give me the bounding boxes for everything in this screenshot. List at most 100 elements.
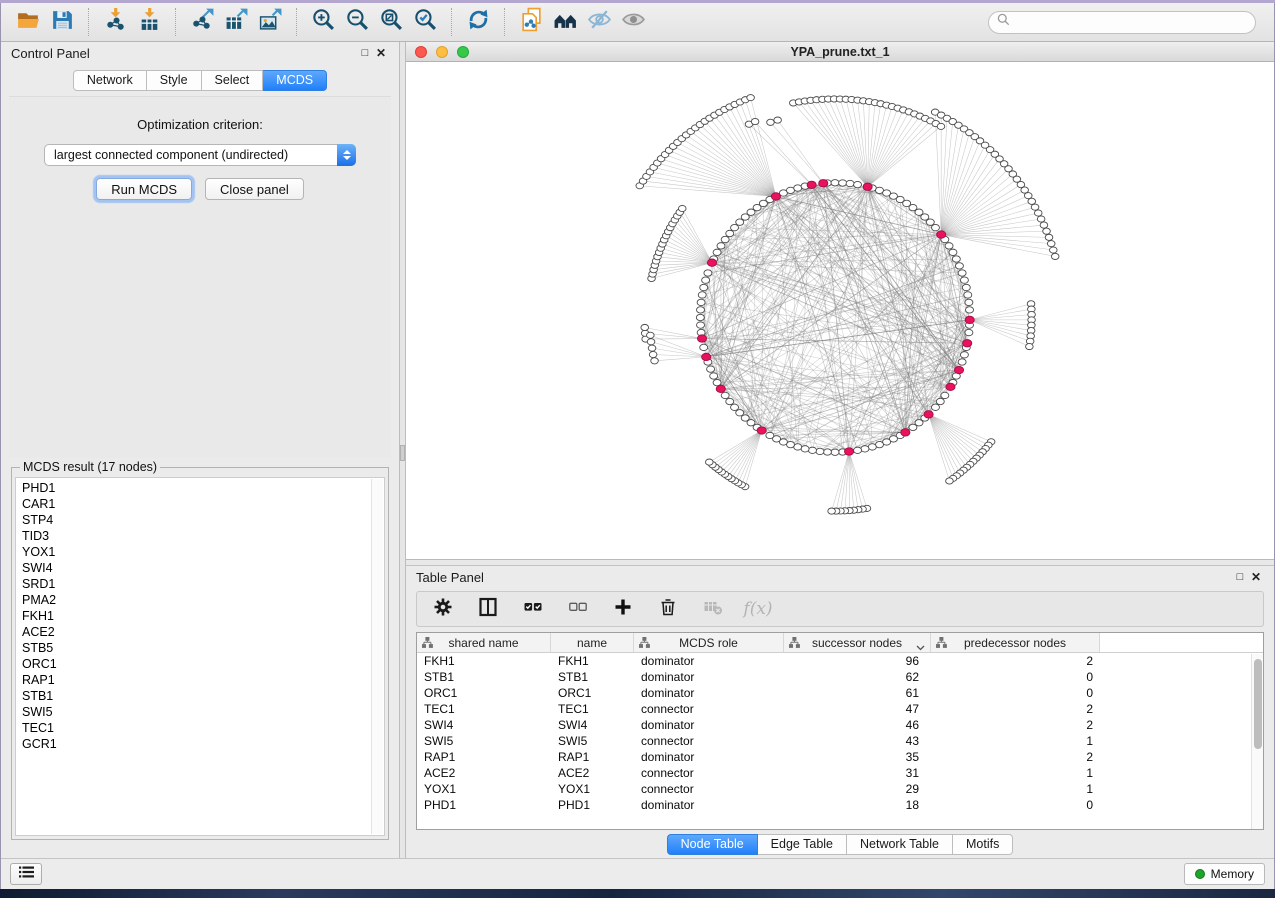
network-node[interactable] xyxy=(648,345,656,351)
network-node[interactable] xyxy=(696,314,704,320)
mcds-dominator-node[interactable] xyxy=(771,193,780,200)
cell-predecessor-nodes[interactable]: 2 xyxy=(931,749,1100,765)
search-box[interactable] xyxy=(988,11,1256,34)
create-column-button[interactable] xyxy=(611,597,635,621)
export-network-button[interactable] xyxy=(185,7,219,37)
network-node[interactable] xyxy=(958,359,966,365)
mcds-dominator-node[interactable] xyxy=(707,259,716,266)
cell-name[interactable]: SWI5 xyxy=(551,733,634,749)
cell-predecessor-nodes[interactable]: 2 xyxy=(931,717,1100,733)
network-node[interactable] xyxy=(1031,204,1039,210)
network-node[interactable] xyxy=(965,299,973,305)
network-graph[interactable] xyxy=(406,62,1274,559)
zoom-selected-button[interactable] xyxy=(408,7,442,37)
network-node[interactable] xyxy=(964,292,972,298)
cell-predecessor-nodes[interactable]: 0 xyxy=(931,797,1100,813)
network-node[interactable] xyxy=(861,446,869,452)
network-node[interactable] xyxy=(808,447,816,453)
cell-name[interactable]: YOX1 xyxy=(551,781,634,797)
network-node[interactable] xyxy=(706,459,714,465)
cell-predecessor-nodes[interactable]: 1 xyxy=(931,765,1100,781)
column-header-mcds-role[interactable]: MCDS role xyxy=(634,633,784,652)
network-node[interactable] xyxy=(960,352,968,358)
cell-predecessor-nodes[interactable]: 1 xyxy=(931,733,1100,749)
cell-shared-name[interactable]: TEC1 xyxy=(417,701,551,717)
network-node[interactable] xyxy=(704,270,712,276)
mcds-dominator-node[interactable] xyxy=(963,340,972,347)
cell-shared-name[interactable]: SWI5 xyxy=(417,733,551,749)
network-node[interactable] xyxy=(931,224,939,230)
export-image-button[interactable] xyxy=(253,7,287,37)
network-node[interactable] xyxy=(702,277,710,283)
cell-name[interactable]: ORC1 xyxy=(551,685,634,701)
table-row[interactable]: YOX1YOX1connector291 xyxy=(417,781,1263,797)
network-node[interactable] xyxy=(831,449,839,455)
mcds-result-item[interactable]: GCR1 xyxy=(22,736,384,752)
mcds-result-item[interactable]: STB5 xyxy=(22,640,384,656)
network-node[interactable] xyxy=(936,398,944,404)
column-header-name[interactable]: name xyxy=(551,633,634,652)
network-node[interactable] xyxy=(966,307,974,313)
mcds-dominator-node[interactable] xyxy=(702,353,711,360)
network-node[interactable] xyxy=(854,447,862,453)
mcds-dominator-node[interactable] xyxy=(901,429,910,436)
network-node[interactable] xyxy=(816,448,824,454)
toggle-panes-button[interactable] xyxy=(476,597,500,621)
mcds-dominator-node[interactable] xyxy=(924,411,933,418)
table-row[interactable]: PHD1PHD1dominator180 xyxy=(417,797,1263,813)
mcds-result-item[interactable]: PHD1 xyxy=(22,480,384,496)
network-node[interactable] xyxy=(831,180,839,186)
cell-successor-nodes[interactable]: 43 xyxy=(784,733,931,749)
tab-network[interactable]: Network xyxy=(73,70,147,91)
network-nodes[interactable] xyxy=(636,95,1059,515)
first-neighbors-button[interactable] xyxy=(548,7,582,37)
table-scrollbar[interactable] xyxy=(1251,654,1263,829)
mcds-dominator-node[interactable] xyxy=(819,180,828,187)
tab-motifs[interactable]: Motifs xyxy=(953,834,1013,855)
network-node[interactable] xyxy=(960,277,968,283)
cell-shared-name[interactable]: STB1 xyxy=(417,669,551,685)
cell-name[interactable]: RAP1 xyxy=(551,749,634,765)
zoom-out-button[interactable] xyxy=(340,7,374,37)
network-node[interactable] xyxy=(678,205,686,211)
mcds-dominator-node[interactable] xyxy=(965,316,974,323)
cell-name[interactable]: PHD1 xyxy=(551,797,634,813)
tab-edge-table[interactable]: Edge Table xyxy=(758,834,847,855)
cell-mcds-role[interactable]: connector xyxy=(634,781,784,797)
network-node[interactable] xyxy=(931,404,939,410)
network-node[interactable] xyxy=(717,243,725,249)
network-node[interactable] xyxy=(751,118,759,124)
mcds-dominator-node[interactable] xyxy=(716,385,725,392)
vertical-splitter[interactable] xyxy=(399,42,406,858)
mcds-result-item[interactable]: YOX1 xyxy=(22,544,384,560)
cell-mcds-role[interactable]: dominator xyxy=(634,797,784,813)
table-row[interactable]: TEC1TEC1connector472 xyxy=(417,701,1263,717)
tab-select[interactable]: Select xyxy=(202,70,264,91)
mcds-result-list[interactable]: PHD1CAR1STP4TID3YOX1SWI4SRD1PMA2FKH1ACE2… xyxy=(15,477,385,836)
cell-successor-nodes[interactable]: 62 xyxy=(784,669,931,685)
new-network-from-selection-button[interactable] xyxy=(514,7,548,37)
network-node[interactable] xyxy=(937,123,945,129)
mcds-result-item[interactable]: CAR1 xyxy=(22,496,384,512)
network-node[interactable] xyxy=(949,249,957,255)
deselect-all-columns-button[interactable] xyxy=(566,597,590,621)
network-node[interactable] xyxy=(707,366,715,372)
delete-table-button[interactable] xyxy=(701,597,725,621)
network-node[interactable] xyxy=(766,432,774,438)
network-node[interactable] xyxy=(941,392,949,398)
cell-shared-name[interactable]: SWI4 xyxy=(417,717,551,733)
mcds-result-item[interactable]: FKH1 xyxy=(22,608,384,624)
close-panel-icon[interactable]: ✕ xyxy=(373,46,389,60)
mcds-dominator-node[interactable] xyxy=(954,366,963,373)
mcds-result-item[interactable]: SRD1 xyxy=(22,576,384,592)
cell-successor-nodes[interactable]: 29 xyxy=(784,781,931,797)
network-node[interactable] xyxy=(868,444,876,450)
table-row[interactable]: SWI4SWI4dominator462 xyxy=(417,717,1263,733)
function-builder-button[interactable]: f(x) xyxy=(746,597,770,621)
cell-predecessor-nodes[interactable]: 2 xyxy=(931,653,1100,669)
network-node[interactable] xyxy=(801,446,809,452)
network-node[interactable] xyxy=(721,392,729,398)
cell-shared-name[interactable]: ACE2 xyxy=(417,765,551,781)
network-node[interactable] xyxy=(823,449,831,455)
mcds-result-item[interactable]: ORC1 xyxy=(22,656,384,672)
